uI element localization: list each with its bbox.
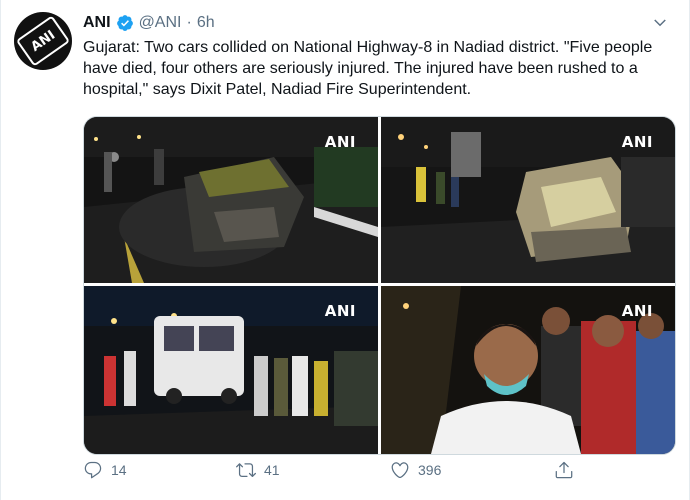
- watermark-ani: ANI: [324, 133, 356, 151]
- share-button[interactable]: [554, 460, 574, 480]
- tweet-text: Gujarat: Two cars collided on National H…: [83, 39, 653, 98]
- photo-4[interactable]: ANI: [381, 286, 675, 454]
- photo-2[interactable]: ANI: [381, 117, 675, 283]
- media-grid: ANI ANI ANI ANI: [83, 116, 676, 455]
- photo-3[interactable]: ANI: [84, 286, 378, 454]
- share-icon: [555, 461, 573, 479]
- caret-down-icon[interactable]: [651, 14, 669, 32]
- verified-badge-icon: [116, 15, 133, 31]
- tweet-card[interactable]: ANI ANI @ANI · 6h Gujarat: Two cars coll…: [0, 0, 690, 500]
- account-name[interactable]: ANI: [83, 13, 111, 33]
- reply-icon: [84, 461, 102, 479]
- like-button[interactable]: 396: [390, 460, 441, 480]
- tweet-actions: 14 41 396: [83, 460, 603, 486]
- tweet-header: ANI @ANI · 6h: [83, 13, 215, 33]
- watermark-ani: ANI: [324, 302, 356, 320]
- retweet-count: 41: [264, 462, 280, 478]
- reply-button[interactable]: 14: [83, 460, 127, 480]
- like-icon: [391, 462, 409, 479]
- separator-dot: ·: [186, 14, 192, 31]
- watermark-ani: ANI: [621, 302, 653, 320]
- like-count: 396: [418, 462, 442, 478]
- ani-logo: ANI: [15, 15, 71, 67]
- account-handle[interactable]: @ANI: [139, 13, 182, 33]
- retweet-button[interactable]: 41: [236, 460, 280, 480]
- reply-count: 14: [111, 462, 127, 478]
- watermark-ani: ANI: [621, 133, 653, 151]
- photo-1[interactable]: ANI: [84, 117, 378, 283]
- avatar[interactable]: ANI: [14, 12, 72, 70]
- tweet-timestamp[interactable]: 6h: [197, 13, 215, 33]
- retweet-icon: [236, 463, 256, 478]
